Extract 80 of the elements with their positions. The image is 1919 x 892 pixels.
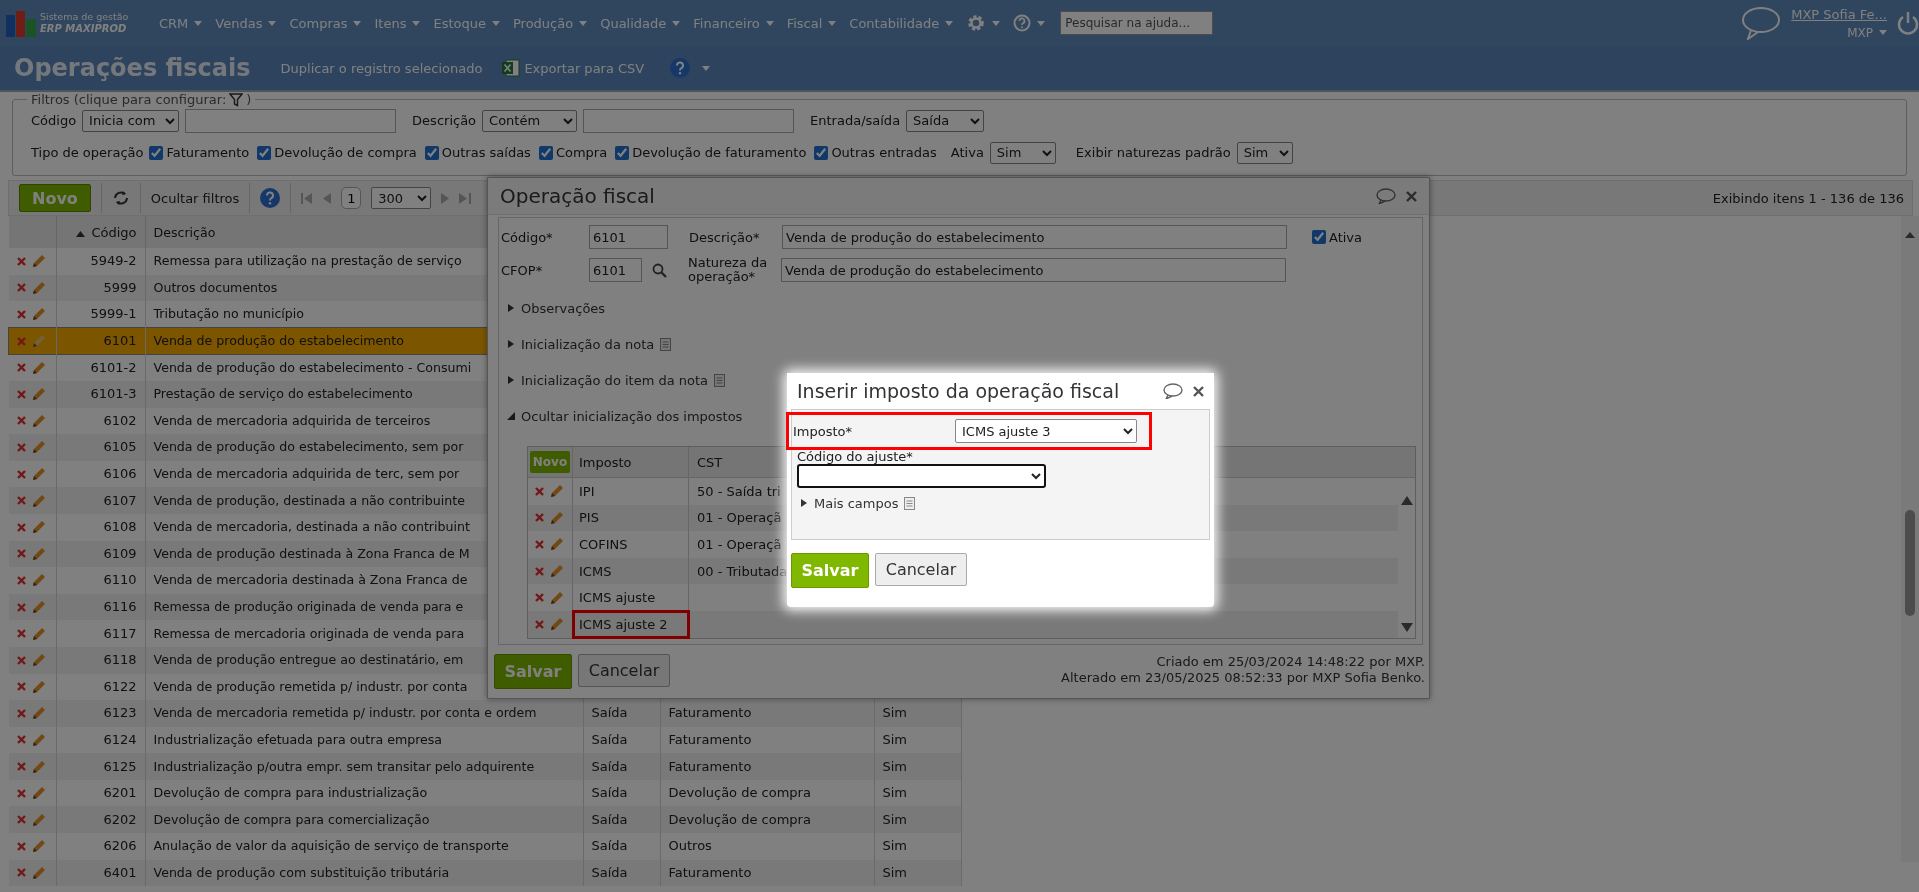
field-label: Código do ajuste* bbox=[797, 450, 914, 464]
table-cell: Venda de mercadoria destinada à Zona Franca de bbox=[153, 572, 468, 588]
table-cell: Outros documentos bbox=[153, 279, 278, 295]
table-cell: Sim bbox=[874, 859, 961, 887]
logo-subtitle: Sistema de gestão bbox=[40, 11, 129, 23]
table-cell: 01 - Operaçã bbox=[697, 537, 782, 552]
filter-legend: ) bbox=[246, 92, 252, 107]
table-cell: 6125 bbox=[56, 753, 145, 780]
table-cell: 6107 bbox=[56, 487, 145, 514]
table-cell: Venda de mercadoria remetida p/ industr. por conta e ordem bbox=[153, 705, 537, 721]
filter-label: Código bbox=[31, 113, 77, 128]
table-cell: Remessa de produção originada de venda para e bbox=[153, 599, 464, 614]
table-cell: Venda de mercadoria adquirida de terc, sem por bbox=[153, 466, 460, 482]
table-cell: ICMS ajuste 2 bbox=[573, 610, 689, 638]
logo-title: ERP MAXIPROD bbox=[40, 23, 128, 35]
table-cell: Venda de produção, destinada a não contribuinte bbox=[153, 492, 465, 508]
filter-label: Exibir naturezas padrão bbox=[1075, 145, 1231, 160]
table-cell: Prestação de serviço do estabelecimento bbox=[153, 386, 413, 402]
table-cell: Venda de produção entregue ao destinatário, em bbox=[153, 652, 464, 668]
table-cell: Saída bbox=[583, 859, 660, 887]
table-cell: Outros bbox=[660, 833, 874, 860]
table-cell: 6401 bbox=[56, 859, 145, 887]
table-cell: ICMS ajuste bbox=[573, 584, 689, 611]
table-cell: Venda de produção destinada à Zona Franca de M bbox=[153, 545, 470, 561]
field-label: CFOP* bbox=[501, 262, 544, 278]
dialog-title: Operação fiscal bbox=[500, 184, 656, 208]
table-cell: 6110 bbox=[56, 567, 145, 594]
table-cell: 5949-2 bbox=[56, 248, 145, 275]
checkbox-label: Compra bbox=[555, 145, 608, 160]
table-cell: Remessa para utilização na prestação de serviço bbox=[153, 253, 462, 269]
table-cell: Tributação no município bbox=[153, 306, 305, 322]
table-cell: Venda de produção do estabelecimento, sem por bbox=[153, 439, 464, 455]
table-cell: 6101-2 bbox=[56, 354, 145, 381]
created-note: Criado em 25/03/2024 14:48:22 por MXP. bbox=[1155, 654, 1425, 670]
table-cell: Saída bbox=[583, 833, 660, 860]
table-cell: Faturamento bbox=[660, 859, 874, 887]
table-cell: 6118 bbox=[56, 646, 145, 674]
table-cell: 6117 bbox=[56, 620, 145, 647]
checkbox-label: Faturamento bbox=[166, 145, 250, 160]
field-label: Código* bbox=[501, 229, 554, 245]
checkbox-label: Ativa bbox=[1329, 229, 1363, 245]
table-cell: Saída bbox=[583, 700, 660, 727]
table-cell: Sim bbox=[874, 753, 961, 780]
table-cell: 6108 bbox=[56, 513, 145, 541]
field-label: Descrição* bbox=[689, 229, 761, 245]
table-cell: 6123 bbox=[56, 700, 145, 727]
filter-label: Descrição bbox=[412, 113, 477, 128]
table-cell: 6101 bbox=[56, 327, 145, 355]
table-cell: Venda de produção do estabelecimento bbox=[153, 333, 404, 349]
checkbox-label: Outras entradas bbox=[831, 145, 937, 160]
filter-label: Tipo de operação bbox=[31, 145, 144, 160]
table-cell: Anulação de valor da aquisição de serviço de transporte bbox=[153, 838, 509, 854]
table-cell: Venda de mercadoria adquirida de terceiros bbox=[153, 412, 431, 428]
page-title: Operações fiscais bbox=[14, 54, 251, 82]
table-cell: Remessa de mercadoria originada de venda para bbox=[153, 625, 465, 641]
table-cell: Venda de produção remetida p/ industr. por conta bbox=[153, 678, 468, 694]
modified-note: Alterado em 23/05/2025 08:52:33 por MXP Sofia Benko. bbox=[1061, 670, 1425, 686]
checkbox-label: Devolução de compra bbox=[274, 145, 417, 160]
item-count: Exibindo itens 1 - 136 de 136 bbox=[1712, 190, 1904, 206]
table-cell: Venda de produção com substituição tributária bbox=[153, 864, 450, 880]
checkbox-label: Outras saídas bbox=[441, 145, 531, 160]
checkbox-label: Devolução de faturamento bbox=[632, 145, 807, 160]
table-cell: 6206 bbox=[56, 833, 145, 860]
table-cell: Sim bbox=[874, 700, 961, 727]
table-cell: Devolução de compra para industrialização bbox=[153, 785, 428, 801]
table-cell: Saída bbox=[583, 753, 660, 780]
table-cell: COFINS bbox=[573, 531, 689, 558]
filter-label: Entrada/saída bbox=[810, 113, 901, 128]
table-cell: Sim bbox=[874, 833, 961, 860]
table-cell: 6101-3 bbox=[56, 380, 145, 408]
table-cell: Industrialização efetuada para outra empresa bbox=[153, 732, 443, 747]
table-cell: Faturamento bbox=[660, 753, 874, 780]
table-cell: Faturamento bbox=[660, 700, 874, 727]
table-cell: Venda de mercadoria, destinada a não contribuint bbox=[153, 519, 470, 535]
table-cell: 6105 bbox=[56, 434, 145, 461]
table-cell: Venda de produção do estabelecimento - Consumi bbox=[153, 359, 472, 375]
table-cell: Devolução de compra para comercialização bbox=[153, 811, 430, 827]
table-cell: Industrialização p/outra empr. sem transitar pelo adquirente bbox=[153, 758, 535, 774]
filter-label: Ativa bbox=[950, 145, 984, 160]
table-cell: IPI bbox=[573, 478, 689, 505]
